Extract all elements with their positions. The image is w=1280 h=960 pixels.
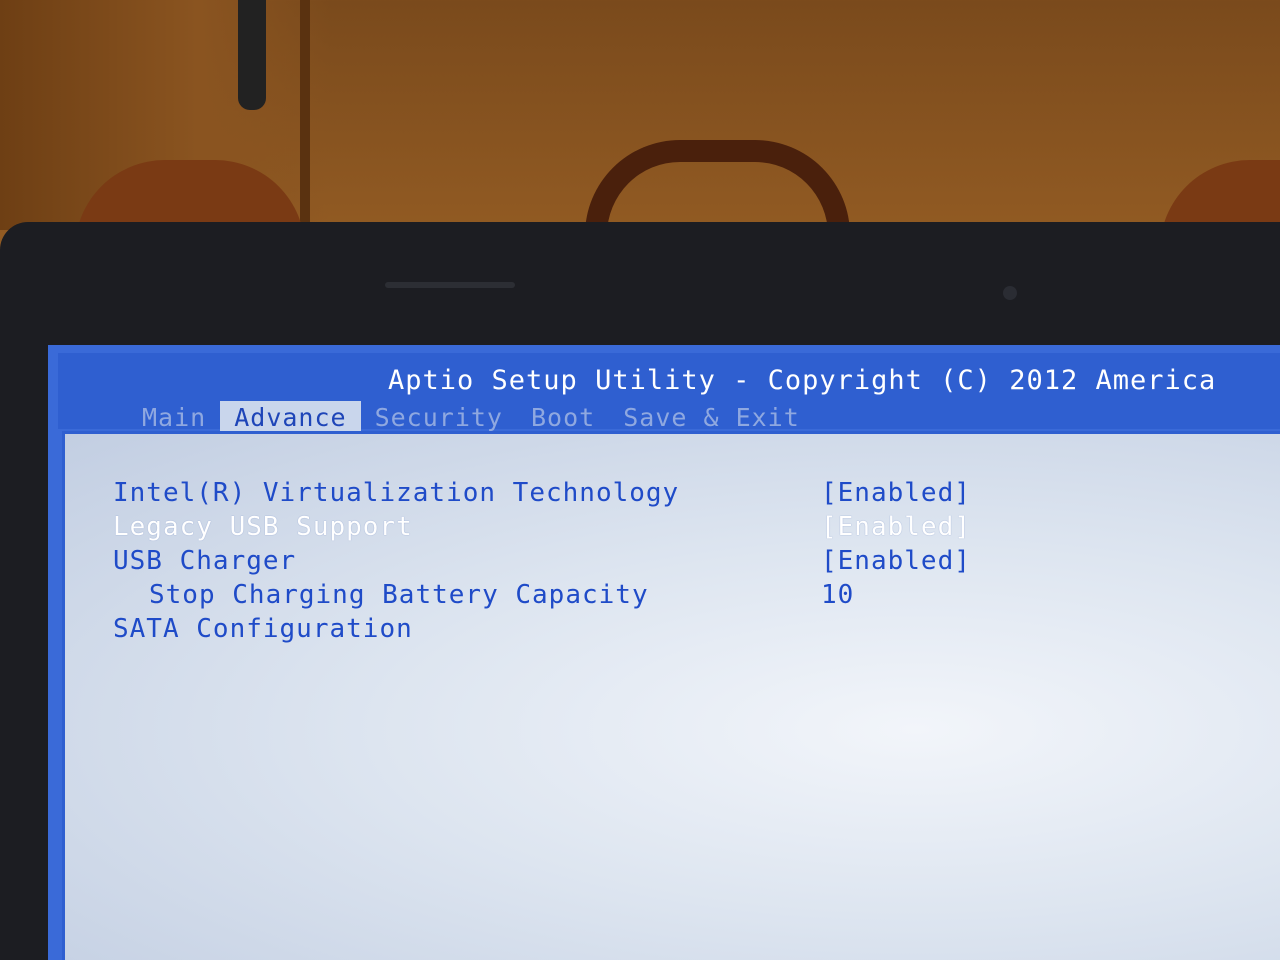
setting-value[interactable]: [Enabled] <box>821 512 971 542</box>
setting-sata-configuration[interactable]: SATA Configuration <box>65 614 1265 648</box>
tab-save-exit[interactable]: Save & Exit <box>609 401 814 435</box>
setting-value[interactable]: 10 <box>821 580 854 610</box>
setting-label: SATA Configuration <box>113 614 413 644</box>
door-frame <box>300 0 310 230</box>
setting-label: Legacy USB Support <box>113 512 413 542</box>
hanging-cord <box>238 0 266 110</box>
bios-header: Aptio Setup Utility - Copyright (C) 2012… <box>58 353 1280 435</box>
settings-panel: Intel(R) Virtualization Technology [Enab… <box>62 431 1280 960</box>
setting-value[interactable]: [Enabled] <box>821 478 971 508</box>
setting-label: Intel(R) Virtualization Technology <box>113 478 680 508</box>
setting-label: USB Charger <box>113 546 297 576</box>
setting-legacy-usb[interactable]: Legacy USB Support [Enabled] <box>65 512 1265 546</box>
bezel-vent <box>385 282 515 288</box>
setting-label: Stop Charging Battery Capacity <box>149 580 649 610</box>
tab-advance[interactable]: Advance <box>220 401 361 435</box>
setting-value[interactable]: [Enabled] <box>821 546 971 576</box>
bios-screen: Aptio Setup Utility - Copyright (C) 2012… <box>48 345 1280 960</box>
setting-virtualization[interactable]: Intel(R) Virtualization Technology [Enab… <box>65 478 1265 512</box>
tab-boot[interactable]: Boot <box>517 401 609 435</box>
bios-title: Aptio Setup Utility - Copyright (C) 2012… <box>388 365 1217 396</box>
tab-main[interactable]: Main <box>128 401 220 435</box>
bios-tab-bar: Main Advance Security Boot Save & Exit <box>128 401 814 435</box>
tab-security[interactable]: Security <box>361 401 517 435</box>
webcam-icon <box>1003 286 1017 300</box>
chair-back <box>585 140 850 235</box>
setting-stop-charging[interactable]: Stop Charging Battery Capacity 10 <box>65 580 1265 614</box>
setting-usb-charger[interactable]: USB Charger [Enabled] <box>65 546 1265 580</box>
